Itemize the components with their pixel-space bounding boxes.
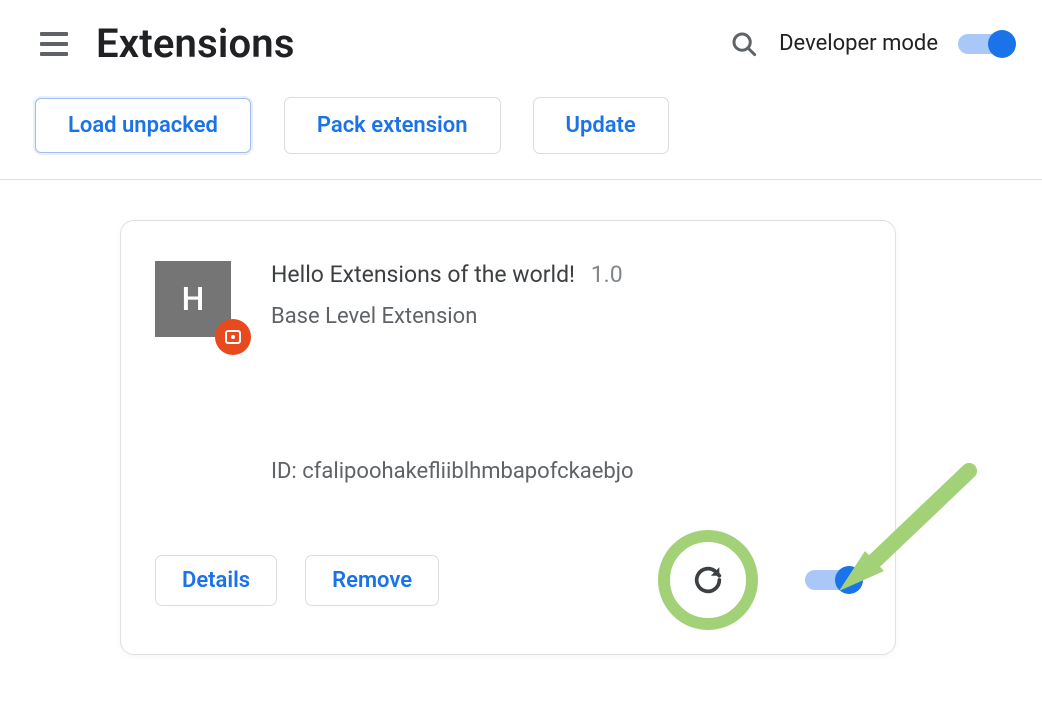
search-icon[interactable] [729,29,759,59]
extension-id: ID: cfalipoohakefliiblhmbapofckaebjo [271,459,861,484]
reload-icon [691,563,725,597]
extension-description: Base Level Extension [271,304,861,329]
page-title: Extensions [96,20,295,67]
extension-enable-toggle[interactable] [805,568,861,592]
menu-icon[interactable] [40,27,74,61]
extension-id-value: cfalipoohakefliiblhmbapofckaebjo [302,459,633,484]
extension-id-prefix: ID: [271,459,297,484]
toolbar: Load unpacked Pack extension Update [0,85,1042,179]
unpacked-folder-icon [215,319,251,355]
extension-version: 1.0 [591,261,623,288]
update-button[interactable]: Update [533,97,669,154]
reload-button[interactable] [689,561,727,599]
remove-button[interactable]: Remove [305,555,439,606]
pack-extension-button[interactable]: Pack extension [284,97,501,154]
extension-icon-letter: H [182,280,205,318]
extension-title-row: Hello Extensions of the world! 1.0 [271,261,861,288]
developer-mode-toggle[interactable] [958,32,1014,56]
extension-icon: H [155,261,231,337]
main-area: H Hello Extensions of the world! 1.0 Bas… [0,180,1042,655]
load-unpacked-button[interactable]: Load unpacked [34,97,252,154]
header-bar: Extensions Developer mode [0,0,1042,85]
extension-card: H Hello Extensions of the world! 1.0 Bas… [120,220,896,655]
details-button[interactable]: Details [155,555,277,606]
developer-mode-label: Developer mode [779,31,938,56]
extension-name: Hello Extensions of the world! [271,261,575,288]
